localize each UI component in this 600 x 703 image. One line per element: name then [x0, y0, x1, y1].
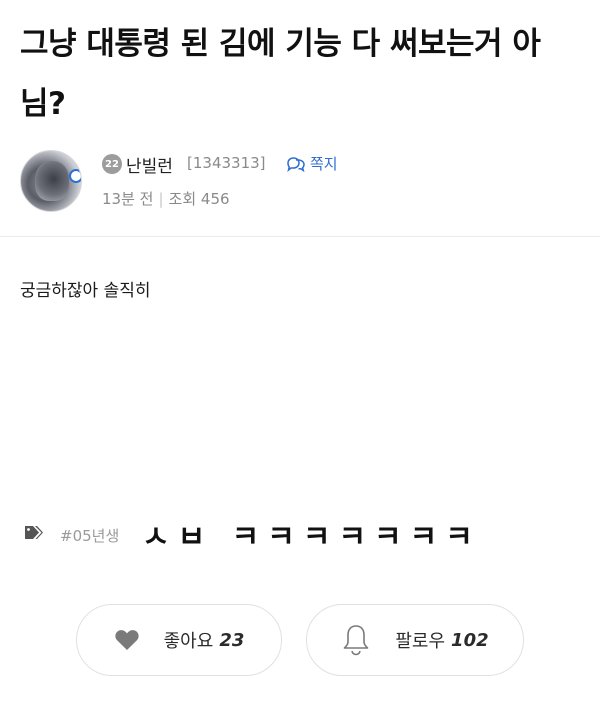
view-count: 조회 456 — [168, 190, 230, 208]
follow-count: 102 — [451, 629, 489, 651]
follow-button[interactable]: 팔로우 102 — [306, 604, 524, 676]
avatar[interactable] — [20, 150, 82, 212]
overlay-caption: ㅅㅂ ㅋㅋㅋㅋㅋㅋㅋ — [142, 520, 481, 555]
author-info: 22 난빌런 [1343313] 쪽지 13분 전 | 조회 456 — [20, 150, 580, 214]
post-time: 13분 전 — [102, 190, 154, 208]
chat-bubbles-icon — [287, 156, 305, 172]
tag-row: #05년생 ㅅㅂ ㅋㅋㅋㅋㅋㅋㅋ — [20, 520, 580, 555]
bell-icon — [344, 625, 369, 656]
like-label: 좋아요 — [163, 631, 214, 652]
message-button[interactable]: 쪽지 — [286, 153, 338, 174]
meta-separator: | — [158, 190, 164, 208]
avatar-photo — [35, 161, 69, 201]
author-user-id: [1343313] — [187, 154, 266, 172]
post-meta: 13분 전 | 조회 456 — [102, 188, 230, 209]
divider — [0, 236, 600, 237]
level-badge: 22 — [102, 154, 122, 174]
follow-label: 팔로우 — [395, 631, 446, 652]
hashtag[interactable]: #05년생 — [60, 525, 119, 546]
post-title: 그냥 대통령 된 김에 기능 다 써보는거 아님? — [20, 26, 541, 122]
heart-icon — [114, 630, 139, 650]
like-count: 23 — [219, 629, 245, 651]
message-label: 쪽지 — [310, 155, 338, 173]
like-button[interactable]: 좋아요 23 — [76, 604, 282, 676]
author-nickname[interactable]: 난빌런 — [126, 152, 173, 177]
avatar-status-ring — [69, 169, 81, 183]
post-body: 궁금하잖아 솔직히 — [20, 281, 151, 301]
tag-icon — [25, 526, 43, 539]
